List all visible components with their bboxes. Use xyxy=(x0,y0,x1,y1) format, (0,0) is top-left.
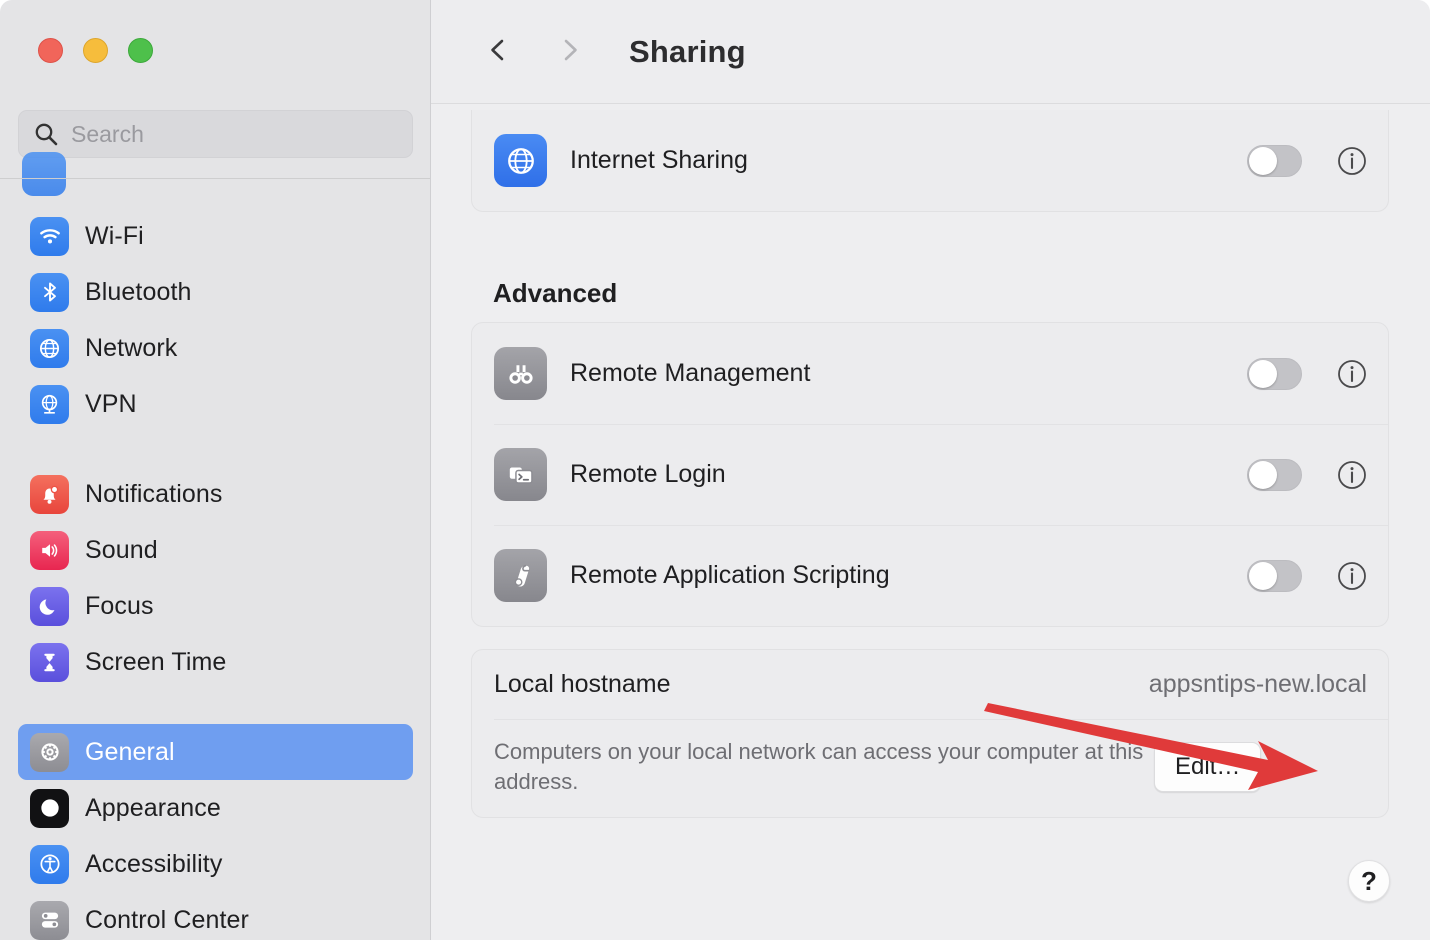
vpn-globe-icon xyxy=(30,385,69,424)
search-input[interactable] xyxy=(59,121,412,148)
chevron-right-icon xyxy=(555,35,585,68)
bluetooth-icon xyxy=(30,273,69,312)
forward-button[interactable] xyxy=(543,25,597,79)
row-label: Internet Sharing xyxy=(570,146,1247,175)
sidebar-item-appearance[interactable]: Appearance xyxy=(18,780,413,836)
row-internet-sharing[interactable]: Internet Sharing xyxy=(472,110,1388,211)
sidebar-item-label: VPN xyxy=(85,390,137,419)
info-icon[interactable] xyxy=(1337,359,1367,389)
wifi-icon xyxy=(30,217,69,256)
info-icon[interactable] xyxy=(1337,460,1367,490)
sidebar-item-label: Control Center xyxy=(85,906,249,935)
control-center-icon xyxy=(30,901,69,940)
sidebar-nav: Wi-Fi Bluetooth xyxy=(0,186,431,940)
hostname-value: appsntips-new.local xyxy=(1149,670,1367,699)
hostname-row: Local hostname appsntips-new.local xyxy=(472,650,1388,719)
sidebar-item-label: Notifications xyxy=(85,480,222,509)
minimize-button[interactable] xyxy=(83,38,108,63)
page-title: Sharing xyxy=(629,34,746,70)
hostname-description-row: Computers on your local network can acce… xyxy=(472,719,1388,817)
sidebar-item-screen-time[interactable]: Screen Time xyxy=(18,634,413,690)
hostname-label: Local hostname xyxy=(494,670,1149,699)
info-icon[interactable] xyxy=(1337,146,1367,176)
sidebar-item-label: Accessibility xyxy=(85,850,222,879)
sidebar-item-vpn[interactable]: VPN xyxy=(18,376,413,432)
sidebar-item-focus[interactable]: Focus xyxy=(18,578,413,634)
edit-button[interactable]: Edit… xyxy=(1154,742,1261,792)
accessibility-icon xyxy=(30,845,69,884)
sidebar-item-wi-fi[interactable]: Wi-Fi xyxy=(18,208,413,264)
sidebar: Wi-Fi Bluetooth xyxy=(0,0,431,940)
chevron-left-icon xyxy=(483,35,513,68)
content-header: Sharing xyxy=(431,0,1430,103)
toggle-remote-management[interactable] xyxy=(1247,358,1302,390)
hostname-description: Computers on your local network can acce… xyxy=(494,737,1154,797)
search-icon xyxy=(33,121,59,147)
sidebar-item-label: General xyxy=(85,738,175,767)
gear-icon xyxy=(30,733,69,772)
row-label: Remote Login xyxy=(570,460,1247,489)
row-label: Remote Application Scripting xyxy=(570,561,1247,590)
row-label: Remote Management xyxy=(570,359,1247,388)
bell-icon xyxy=(30,475,69,514)
binoculars-icon xyxy=(494,347,547,400)
script-icon xyxy=(494,549,547,602)
globe-icon xyxy=(494,134,547,187)
row-remote-login[interactable]: Remote Login xyxy=(472,424,1388,525)
close-button[interactable] xyxy=(38,38,63,63)
sidebar-item-notifications[interactable]: Notifications xyxy=(18,466,413,522)
appearance-icon xyxy=(30,789,69,828)
help-button[interactable]: ? xyxy=(1348,860,1390,902)
sidebar-item-label: Network xyxy=(85,334,177,363)
sidebar-item-label: Screen Time xyxy=(85,648,226,677)
speaker-icon xyxy=(30,531,69,570)
sidebar-item-label: Sound xyxy=(85,536,158,565)
row-remote-management[interactable]: Remote Management xyxy=(472,323,1388,424)
sidebar-item-sound[interactable]: Sound xyxy=(18,522,413,578)
sidebar-group-general: General Appearance xyxy=(0,690,431,940)
moon-icon xyxy=(30,587,69,626)
back-button[interactable] xyxy=(471,25,525,79)
local-hostname-card: Local hostname appsntips-new.local Compu… xyxy=(471,649,1389,818)
sidebar-item-general[interactable]: General xyxy=(18,724,413,780)
sidebar-item-accessibility[interactable]: Accessibility xyxy=(18,836,413,892)
sharing-services-card: Internet Sharing xyxy=(471,110,1389,212)
sidebar-item-label: Appearance xyxy=(85,794,221,823)
sidebar-item-label: Bluetooth xyxy=(85,278,192,307)
sidebar-item-bluetooth[interactable]: Bluetooth xyxy=(18,264,413,320)
zoom-button[interactable] xyxy=(128,38,153,63)
advanced-section-title: Advanced xyxy=(493,278,617,309)
search-field[interactable] xyxy=(18,110,413,158)
system-settings-window: Wi-Fi Bluetooth xyxy=(0,0,1430,940)
globe-icon xyxy=(30,329,69,368)
advanced-card: Remote Management xyxy=(471,322,1389,627)
sidebar-item-label: Focus xyxy=(85,592,154,621)
toggle-remote-login[interactable] xyxy=(1247,459,1302,491)
traffic-lights xyxy=(38,38,153,63)
hourglass-icon xyxy=(30,643,69,682)
terminal-icon xyxy=(494,448,547,501)
sidebar-item-control-center[interactable]: Control Center xyxy=(18,892,413,940)
content-pane: Internet Sharing Advanced xyxy=(432,104,1430,940)
sidebar-divider xyxy=(0,178,431,179)
sidebar-item-network[interactable]: Network xyxy=(18,320,413,376)
toggle-remote-application-scripting[interactable] xyxy=(1247,560,1302,592)
sidebar-group-system: Notifications Sound xyxy=(0,432,431,690)
row-remote-application-scripting[interactable]: Remote Application Scripting xyxy=(472,525,1388,626)
info-icon[interactable] xyxy=(1337,561,1367,591)
sidebar-group-network: Wi-Fi Bluetooth xyxy=(0,186,431,432)
sidebar-item-label: Wi-Fi xyxy=(85,222,144,251)
toggle-internet-sharing[interactable] xyxy=(1247,145,1302,177)
